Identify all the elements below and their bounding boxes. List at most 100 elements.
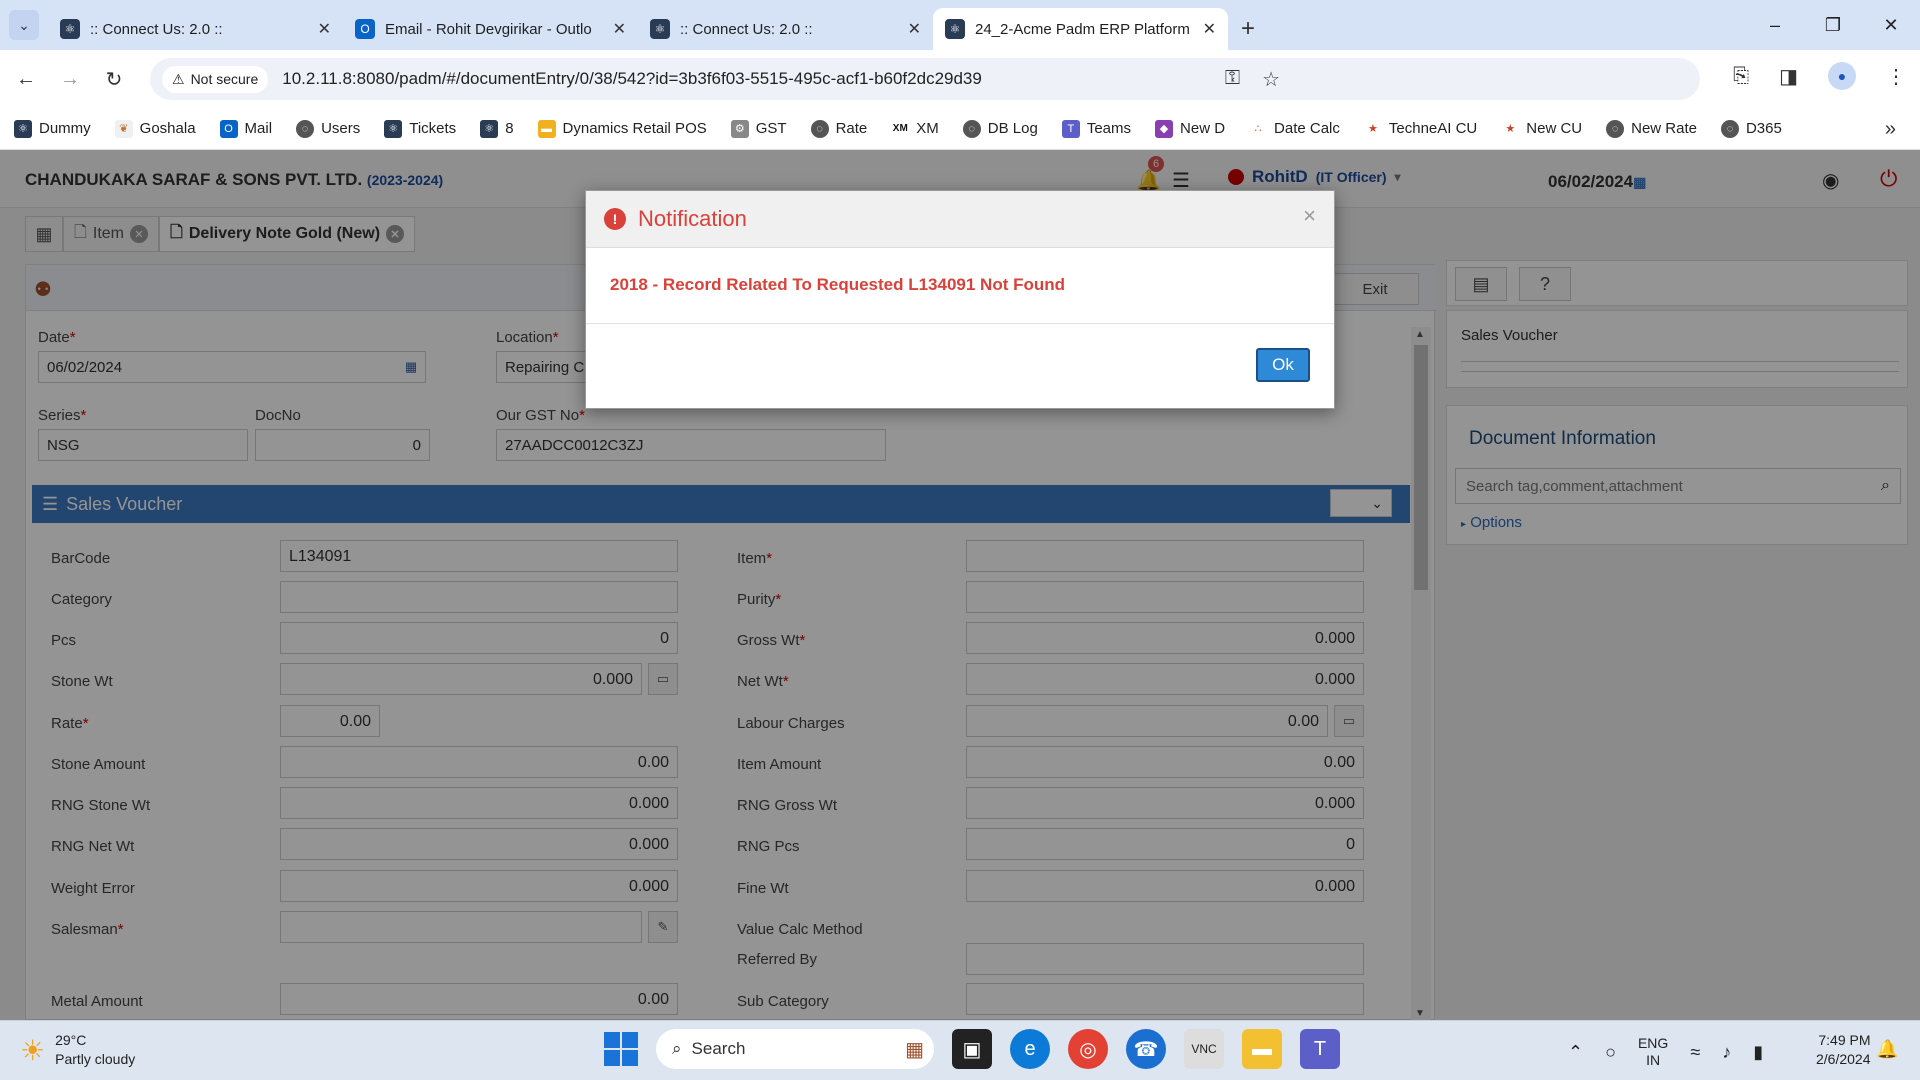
browser-tab[interactable]: ⚛ :: Connect Us: 2.0 :: ✕ (638, 8, 933, 50)
cow-icon: ❦ (114, 119, 133, 138)
bookmark-label: D365 (1745, 120, 1782, 137)
forward-icon[interactable]: → (52, 61, 88, 97)
bookmark-mail[interactable]: O Mail (219, 119, 273, 138)
bookmark-users[interactable]: ◌ Users (296, 119, 360, 138)
notification-bell-icon[interactable]: 🔔 (1876, 1039, 1898, 1060)
chevron-up-icon[interactable]: ⌃ (1568, 1042, 1583, 1063)
bookmark-new-cu[interactable]: ★ New CU (1501, 119, 1582, 138)
vnc-icon[interactable]: VNC (1184, 1029, 1224, 1069)
chevron-double-right-icon[interactable]: » (1885, 118, 1896, 141)
key-icon[interactable]: ⚿ (1225, 67, 1240, 92)
browser-tab-active[interactable]: ⚛ 24_2-Acme Padm ERP Platform ✕ (933, 8, 1228, 50)
bookmark-new-d[interactable]: ◆ New D (1155, 119, 1226, 138)
react-icon: ⚛ (384, 119, 403, 138)
url-text[interactable]: 10.2.11.8:8080/padm/#/documentEntry/0/38… (282, 69, 982, 89)
weather-widget[interactable]: ☀ 29°C Partly cloudy (20, 1031, 135, 1069)
clock[interactable]: 7:49 PM 2/6/2024 (1816, 1031, 1871, 1069)
lang-code: ENG (1637, 1035, 1669, 1051)
wifi-icon[interactable]: ≈ (1690, 1042, 1700, 1063)
search-label: Search (691, 1039, 746, 1058)
xm-icon: XM (891, 119, 910, 138)
bookmark-label: New D (1180, 120, 1226, 137)
close-icon[interactable]: ✕ (1203, 19, 1216, 39)
bookmark-label: Teams (1086, 120, 1132, 137)
browser-tab[interactable]: ⚛ :: Connect Us: 2.0 :: ✕ (48, 8, 343, 50)
dots-icon: ∴ (1249, 119, 1268, 138)
bookmark-rate[interactable]: ◌ Rate (810, 119, 868, 138)
bookmark-goshala[interactable]: ❦ Goshala (114, 119, 196, 138)
warning-icon: ⚠ (172, 70, 185, 87)
close-icon[interactable]: ✕ (613, 19, 626, 39)
bookmark-gst[interactable]: ⚙ GST (730, 119, 787, 138)
bookmark-tickets[interactable]: ⚛ Tickets (384, 119, 456, 138)
close-window-icon[interactable]: ✕ (1862, 0, 1920, 50)
phone-app-icon[interactable]: ☎ (1126, 1029, 1166, 1069)
volume-icon[interactable]: ♪ (1722, 1042, 1731, 1063)
new-tab-button[interactable]: + (1228, 8, 1268, 50)
ok-button[interactable]: Ok (1256, 348, 1310, 382)
bookmark-dummy[interactable]: ⚛ Dummy (14, 119, 91, 138)
bookmark-dynamics-retail-pos[interactable]: ▬ Dynamics Retail POS (537, 119, 707, 138)
reload-icon[interactable]: ↻ (96, 61, 132, 97)
react-icon: ⚛ (650, 19, 670, 39)
bookmark-new-rate[interactable]: ◌ New Rate (1606, 119, 1697, 138)
tab-search-button[interactable]: ⌄ (0, 0, 48, 50)
teams-icon[interactable]: T (1300, 1029, 1340, 1069)
brand-icon: ★ (1363, 119, 1382, 138)
menu-icon[interactable]: ⋮ (1886, 64, 1906, 89)
minimize-icon[interactable]: – (1746, 0, 1804, 50)
close-icon[interactable]: ✕ (908, 19, 921, 39)
close-icon[interactable]: × (1303, 203, 1316, 229)
bookmark-label: DB Log (987, 120, 1038, 137)
star-icon[interactable]: ☆ (1262, 67, 1280, 92)
temperature: 29°C (55, 1032, 87, 1048)
browser-tab-strip: ⌄ ⚛ :: Connect Us: 2.0 :: ✕ O Email - Ro… (0, 0, 1920, 50)
windows-start-icon[interactable] (604, 1032, 638, 1066)
close-icon[interactable]: ✕ (318, 19, 331, 39)
chrome-icon[interactable]: ◎ (1068, 1029, 1108, 1069)
bookmark-xm[interactable]: XM XM (891, 119, 939, 138)
window-controls: – ❐ ✕ (1746, 0, 1920, 50)
folder-icon: ▬ (537, 119, 556, 138)
taskbar-search[interactable]: ⌕ Search ▦ (656, 1029, 934, 1069)
security-label: Not secure (190, 71, 259, 87)
task-view-icon[interactable]: ▣ (952, 1029, 992, 1069)
bookmark-d365[interactable]: ◌ D365 (1720, 119, 1782, 138)
extensions-icon[interactable]: ⎘ (1733, 65, 1749, 88)
globe-icon: ◌ (1720, 119, 1739, 138)
modal-message: 2018 - Record Related To Requested L1340… (610, 275, 1066, 294)
bookmark-date-calc[interactable]: ∴ Date Calc (1249, 119, 1340, 138)
edge-icon[interactable]: e (1010, 1029, 1050, 1069)
bookmark-label: Goshala (139, 120, 196, 137)
bookmark-db-log[interactable]: ◌ DB Log (962, 119, 1038, 138)
omnibox[interactable]: ⚠ Not secure 10.2.11.8:8080/padm/#/docume… (150, 58, 1700, 100)
globe-icon: ◌ (962, 119, 981, 138)
bookmark-label: Mail (244, 120, 273, 137)
bookmark-label: Rate (835, 120, 868, 137)
security-chip[interactable]: ⚠ Not secure (162, 65, 269, 93)
side-panel-icon[interactable]: ◨ (1779, 64, 1798, 89)
restore-icon[interactable]: ❐ (1804, 0, 1862, 50)
weather-text: Partly cloudy (55, 1051, 136, 1067)
battery-icon[interactable]: ▮ (1753, 1042, 1763, 1063)
back-icon[interactable]: ← (8, 61, 44, 97)
gst-icon: ⚙ (730, 119, 749, 138)
tab-title: :: Connect Us: 2.0 :: (90, 20, 223, 38)
time: 7:49 PM (1818, 1032, 1871, 1048)
brand-icon: ★ (1501, 119, 1520, 138)
browser-tab[interactable]: O Email - Rohit Devgirikar - Outlo ✕ (343, 8, 638, 50)
bookmark-techneai-cu[interactable]: ★ TechneAI CU (1363, 119, 1477, 138)
microphone-icon[interactable]: ○ (1605, 1042, 1616, 1063)
tab-title: 24_2-Acme Padm ERP Platform (975, 20, 1190, 38)
diamond-icon: ◆ (1155, 119, 1174, 138)
bookmark-teams[interactable]: T Teams (1061, 119, 1132, 138)
address-bar-row: ← → ↻ ⚠ Not secure 10.2.11.8:8080/padm/#/… (0, 50, 1920, 108)
language-indicator[interactable]: ENG IN (1638, 1035, 1668, 1069)
bookmark-8[interactable]: ⚛ 8 (480, 119, 514, 138)
search-highlight-icon: ▦ (905, 1038, 924, 1061)
outlook-icon: O (219, 119, 238, 138)
profile-icon[interactable]: ● (1828, 62, 1856, 90)
bookmark-label: New Rate (1631, 120, 1697, 137)
taskbar: ☀ 29°C Partly cloudy ⌕ Search ▦ ▣ e ◎ ☎ VNC… (0, 1020, 1920, 1080)
file-explorer-icon[interactable]: ▬ (1242, 1029, 1282, 1069)
